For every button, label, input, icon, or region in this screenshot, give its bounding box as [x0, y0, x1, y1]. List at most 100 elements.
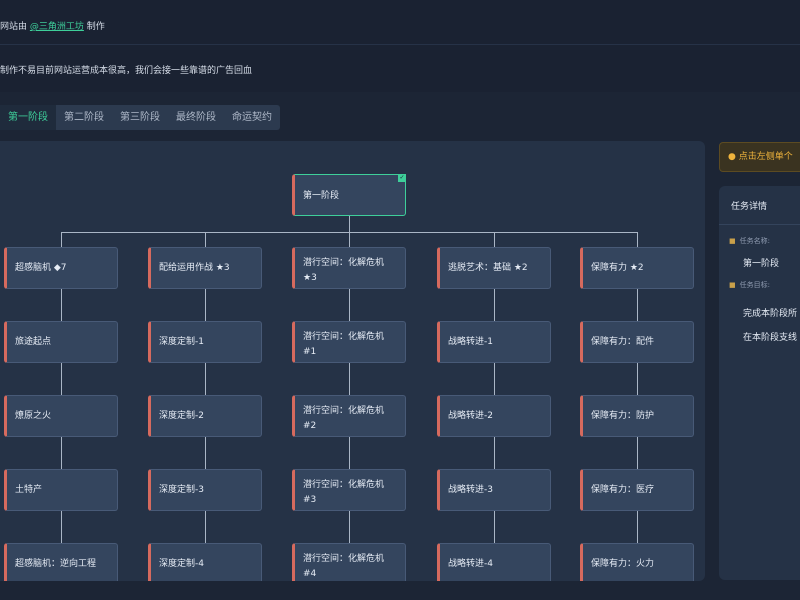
task-node[interactable]: 战略转进-3 — [437, 469, 551, 511]
task-node[interactable]: 深度定制-4 — [148, 543, 262, 581]
node-connector — [205, 437, 206, 469]
task-node[interactable]: 深度定制-1 — [148, 321, 262, 363]
task-node-label: 潜行空间：化解危机 — [303, 406, 385, 416]
node-connector — [61, 363, 62, 395]
task-node-label: 深度定制-4 — [159, 559, 204, 569]
task-node-label: 逃脱艺术：基础 ★2 — [448, 263, 528, 273]
root-node-label: 第一阶段 — [303, 191, 340, 201]
node-connector — [349, 437, 350, 469]
task-node[interactable]: 潜行空间：化解危机 #2 — [292, 395, 406, 437]
task-node-label: 保障有力 ★2 — [591, 263, 644, 273]
credit-suffix: 制作 — [86, 22, 105, 32]
task-node[interactable]: 保障有力：火力 — [580, 543, 694, 581]
credit-prefix: 网站由 — [0, 22, 28, 32]
task-goal-label-text: 任务目标: — [739, 281, 770, 289]
task-node[interactable]: 战略转进-1 — [437, 321, 551, 363]
node-connector — [494, 289, 495, 321]
task-node-label: 土特产 — [15, 485, 43, 495]
node-connector — [61, 437, 62, 469]
doc-icon: ■ — [729, 281, 736, 289]
task-node-label: 深度定制-2 — [159, 411, 204, 421]
node-connector — [349, 363, 350, 395]
task-goal-line-1: 完成本阶段所 — [743, 309, 798, 319]
task-node[interactable]: 深度定制-2 — [148, 395, 262, 437]
task-node-label: ★3 — [303, 273, 317, 283]
task-node[interactable]: 战略转进-4 — [437, 543, 551, 581]
credit-text: 网站由 @三角洲工坊 制作 — [0, 19, 105, 32]
task-name-value: 第一阶段 — [743, 259, 780, 269]
node-connector — [349, 289, 350, 321]
task-node-label: 保障有力：配件 — [591, 337, 655, 347]
column-connector — [61, 232, 62, 247]
column-connector — [637, 232, 638, 247]
task-node[interactable]: 燎原之火 — [4, 395, 118, 437]
node-connector — [205, 289, 206, 321]
task-node-label: 旅途起点 — [15, 337, 52, 347]
task-node[interactable]: 旅途起点 — [4, 321, 118, 363]
tab-final-stage[interactable]: 最终阶段 — [168, 105, 224, 130]
task-node[interactable]: 逃脱艺术：基础 ★2 — [437, 247, 551, 289]
top-banner: 网站由 @三角洲工坊 制作 制作不易目前网站运营成本很高，我们会接一些靠谱的广告… — [0, 0, 800, 92]
task-node[interactable]: 保障有力：防护 — [580, 395, 694, 437]
task-node-label: #1 — [303, 347, 317, 357]
task-node-label: 配给运用作战 ★3 — [159, 263, 230, 273]
task-node-label: 潜行空间：化解危机 — [303, 480, 385, 490]
task-node-label: #3 — [303, 495, 317, 505]
task-node[interactable]: 配给运用作战 ★3 — [148, 247, 262, 289]
task-node-label: 深度定制-3 — [159, 485, 204, 495]
tree-root-node[interactable]: 第一阶段 ✓ — [292, 174, 406, 216]
task-node-label: 保障有力：火力 — [591, 559, 655, 569]
stage-tabs: 第一阶段 第二阶段 第三阶段 最终阶段 命运契约 — [0, 105, 280, 130]
tab-stage-3[interactable]: 第三阶段 — [112, 105, 168, 130]
node-connector — [205, 363, 206, 395]
check-icon: ✓ — [398, 174, 406, 182]
node-connector — [205, 511, 206, 543]
task-node[interactable]: 潜行空间：化解危机 #4 — [292, 543, 406, 581]
detail-title: 任务详情 — [731, 202, 768, 212]
task-node-label: 保障有力：防护 — [591, 411, 655, 421]
node-connector — [349, 511, 350, 543]
task-node-label: 潜行空间：化解危机 — [303, 258, 385, 268]
info-icon: ● — [728, 152, 736, 162]
task-node[interactable]: 保障有力：配件 — [580, 321, 694, 363]
node-connector — [637, 511, 638, 543]
task-node[interactable]: 超感脑机：逆向工程 — [4, 543, 118, 581]
task-node[interactable]: 土特产 — [4, 469, 118, 511]
tab-stage-1[interactable]: 第一阶段 — [0, 105, 56, 130]
hint-text: 点击左侧单个 — [738, 152, 793, 162]
hint-banner: ● 点击左侧单个 — [719, 142, 800, 172]
tab-stage-2[interactable]: 第二阶段 — [56, 105, 112, 130]
column-connector — [205, 232, 206, 247]
task-tree-panel: 第一阶段 ✓ 超感脑机 ◆7 旅途起点燎原之火土特产超感脑机：逆向工程 配给运用作战… — [0, 141, 705, 581]
notice-text: 制作不易目前网站运营成本很高，我们会接一些靠谱的广告回血 — [0, 66, 253, 76]
task-goal-label: ■ 任务目标: — [729, 280, 770, 290]
node-connector — [61, 511, 62, 543]
banner-divider — [0, 44, 800, 45]
task-node-label: 深度定制-1 — [159, 337, 204, 347]
task-goal-line-2: 在本阶段支线 — [743, 333, 798, 343]
task-node[interactable]: 保障有力 ★2 — [580, 247, 694, 289]
task-node[interactable]: 深度定制-3 — [148, 469, 262, 511]
tab-fate-contract[interactable]: 命运契约 — [224, 105, 280, 130]
task-node-label: 战略转进-3 — [448, 485, 493, 495]
column-connector — [349, 232, 350, 247]
node-connector — [494, 511, 495, 543]
column-connector — [494, 232, 495, 247]
root-connector — [349, 216, 350, 232]
detail-divider — [719, 224, 800, 225]
node-connector — [637, 363, 638, 395]
task-node-label: #4 — [303, 569, 317, 579]
task-node[interactable]: 战略转进-2 — [437, 395, 551, 437]
task-node-label: 潜行空间：化解危机 — [303, 554, 385, 564]
node-connector — [637, 289, 638, 321]
task-node-label: 燎原之火 — [15, 411, 52, 421]
task-node-label: #2 — [303, 421, 317, 431]
task-node[interactable]: 潜行空间：化解危机 #1 — [292, 321, 406, 363]
task-node[interactable]: 超感脑机 ◆7 — [4, 247, 118, 289]
task-node[interactable]: 潜行空间：化解危机 ★3 — [292, 247, 406, 289]
task-node[interactable]: 潜行空间：化解危机 #3 — [292, 469, 406, 511]
task-node-label: 超感脑机 ◆7 — [15, 263, 67, 273]
task-node-label: 战略转进-2 — [448, 411, 493, 421]
task-node[interactable]: 保障有力：医疗 — [580, 469, 694, 511]
credit-link[interactable]: @三角洲工坊 — [30, 22, 84, 32]
